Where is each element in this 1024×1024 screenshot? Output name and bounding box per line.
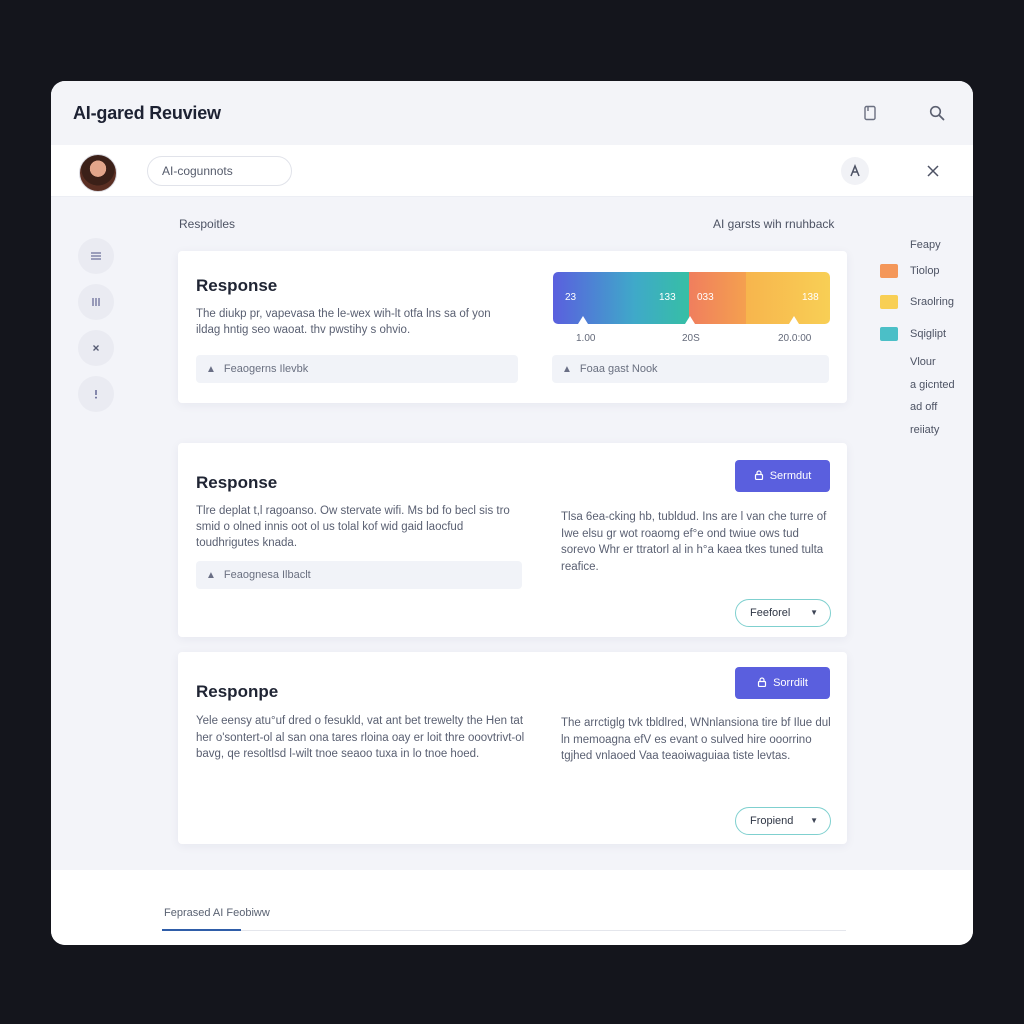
search-input[interactable]: AI-cogunnots (147, 156, 292, 186)
ai-feedback-text: Tlsa 6ea-cking hb, tubldud. Ins are l va… (561, 511, 827, 573)
chevron-down-icon: ▼ (810, 608, 818, 617)
feedback-dropdown[interactable]: Feeforel ▼ (735, 599, 831, 627)
feedback-box-label: Foaa gast Nook (579, 363, 658, 375)
card-text: The diukp pr, vapevasa the le-wex wih-lt… (196, 308, 491, 336)
submit-button[interactable]: Sermdut (735, 460, 830, 492)
submit-button[interactable]: Sorrdilt (735, 667, 830, 699)
responses-label: Respoitles (179, 217, 236, 231)
card-text: Yele eensy atu°uf dred o fesukld, vat an… (196, 715, 525, 760)
legend-swatch (880, 327, 898, 341)
score-value-1: 23 (565, 292, 577, 303)
feedback-box-label: Feaognesa Ilbaclt (223, 569, 311, 581)
legend-swatch (880, 264, 898, 278)
lock-icon (757, 676, 767, 690)
person-icon: ▲ (206, 363, 216, 375)
legend-item: Sqiglipt (880, 327, 946, 341)
tick-label: 20.0:00 (778, 333, 812, 344)
alert-icon[interactable] (78, 376, 114, 412)
person-icon: ▲ (562, 363, 572, 375)
legend-swatch (880, 295, 898, 309)
submit-label: Sermdut (769, 470, 812, 482)
card-title: Responpe (196, 682, 279, 701)
feedback-box-left[interactable]: ▲ Feaogerns Ilevbk (196, 355, 518, 383)
menu-icon[interactable] (78, 238, 114, 274)
person-icon: ▲ (206, 569, 216, 581)
lock-icon (754, 469, 764, 483)
columns-icon[interactable] (78, 284, 114, 320)
feedback-box-left[interactable]: ▲ Feaognesa Ilbaclt (196, 561, 522, 589)
submit-label: Sorrdilt (773, 677, 808, 689)
legend-note: ad off (910, 401, 938, 413)
footer-tab-indicator (162, 929, 241, 931)
footer-tab[interactable]: Feprased AI Feobiww (164, 907, 270, 919)
bookmark-icon[interactable] (860, 103, 880, 123)
response-card-1: Response The diukp pr, vapevasa the le-w… (178, 251, 847, 403)
dropdown-label: Feeforel (750, 607, 791, 619)
tick-label: 1.00 (576, 333, 596, 344)
a-icon[interactable] (841, 157, 869, 185)
tick-label: 20S (682, 333, 700, 344)
response-card-3: Responpe Yele eensy atu°uf dred o fesukl… (178, 652, 847, 844)
app-title: AI-gared Reuview (73, 103, 221, 123)
legend-title: Feapy (910, 239, 941, 251)
legend-note: a gicnted (910, 379, 955, 391)
score-value-4: 138 (802, 292, 819, 303)
feedback-box-label: Feaogerns Ilevbk (223, 363, 309, 375)
score-segment-1: 23 133 (553, 272, 689, 324)
legend-label: Tiolop (910, 265, 940, 277)
footer: Feprased AI Feobiww (51, 870, 973, 945)
score-marker (685, 316, 695, 324)
card-text: Tlre deplat t,l ragoanso. Ow stervate wi… (196, 505, 510, 549)
legend-label: Sqiglipt (910, 328, 947, 340)
legend-item: Tiolop (880, 264, 940, 278)
top-bar: AI-gared Reuview (51, 81, 973, 145)
response-card-2: Response Tlre deplat t,l ragoanso. Ow st… (178, 443, 847, 637)
legend-label: Sraolring (910, 296, 955, 308)
search-icon[interactable] (927, 103, 947, 123)
x-icon[interactable] (78, 330, 114, 366)
dropdown-label: Fropiend (750, 815, 794, 827)
feedback-dropdown[interactable]: Fropiend ▼ (735, 807, 831, 835)
chevron-down-icon: ▼ (810, 816, 818, 825)
feedback-box-right[interactable]: ▲ Foaa gast Nook (552, 355, 829, 383)
legend-note: Vlour (910, 356, 936, 368)
score-segment-3: 138 (746, 272, 830, 324)
score-marker (578, 316, 588, 324)
legend-item: Sraolring (880, 295, 954, 309)
score-value-3: 033 (697, 292, 714, 303)
footer-divider (162, 930, 846, 931)
ai-feedback-label: AI garsts wih rnuhback (713, 217, 835, 231)
card-title: Response (196, 473, 278, 492)
ai-feedback-text: The arrctiglg tvk tbldlred, WNnlansiona … (561, 717, 831, 762)
legend-note: reiiaty (910, 424, 940, 436)
sub-bar: AI-cogunnots (51, 145, 973, 197)
close-icon[interactable] (919, 157, 947, 185)
app-window: AI-gared Reuview AI-cogunnots Respoitles… (51, 81, 973, 945)
score-value-2: 133 (659, 292, 676, 303)
score-marker (789, 316, 799, 324)
score-segment-2: 033 (689, 272, 746, 324)
card-title: Response (196, 276, 278, 295)
avatar[interactable] (79, 154, 117, 192)
